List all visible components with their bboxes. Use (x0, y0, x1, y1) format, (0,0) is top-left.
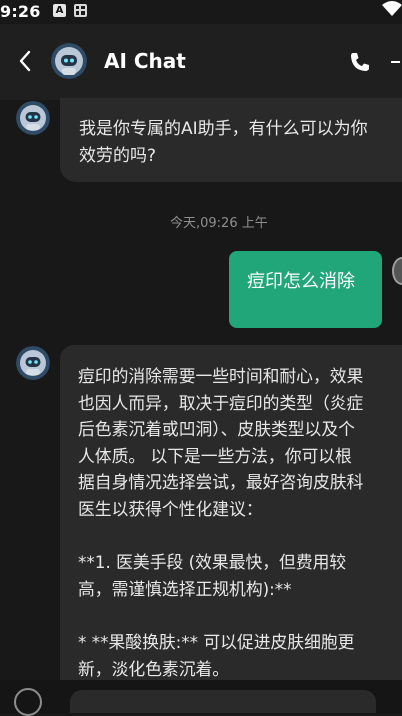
ai-message-bubble: 痘印的消除需要一些时间和耐心，效果 也因人而异，取决于痘印的类型（炎症 后色素沉… (60, 345, 402, 685)
ai-avatar-icon (16, 346, 50, 380)
message-timestamp: 今天,09:26 上午 (170, 216, 268, 231)
composer-bar (0, 680, 402, 716)
ai-message-bubble: 我是你专属的AI助手，有什么可以为你 效劳的吗? (60, 98, 402, 182)
user-avatar (392, 257, 402, 285)
ai-message-text: 我是你专属的AI助手，有什么可以为你 效劳的吗? (79, 119, 368, 166)
robot-avatar-icon (51, 43, 87, 79)
wifi-icon (382, 1, 402, 16)
app-bar: AI Chat (0, 24, 402, 100)
ai-message-text: 痘印的消除需要一些时间和耐心，效果 也因人而异，取决于痘印的类型（炎症 后色素沉… (78, 366, 364, 679)
status-bar: 9:26 A (0, 0, 402, 24)
notification-a-icon: A (53, 4, 66, 17)
composer-left-icon[interactable] (14, 688, 42, 716)
back-arrow-icon[interactable] (12, 46, 40, 76)
status-time: 9:26 (0, 2, 41, 21)
page-title: AI Chat (104, 49, 186, 73)
grid-app-icon (74, 4, 87, 17)
user-message-bubble: 痘印怎么消除 (229, 251, 382, 328)
more-icon[interactable] (391, 57, 402, 67)
phone-icon[interactable] (348, 50, 372, 74)
user-message-text: 痘印怎么消除 (247, 271, 355, 292)
ai-avatar-icon (16, 101, 50, 135)
message-input[interactable] (70, 690, 376, 713)
